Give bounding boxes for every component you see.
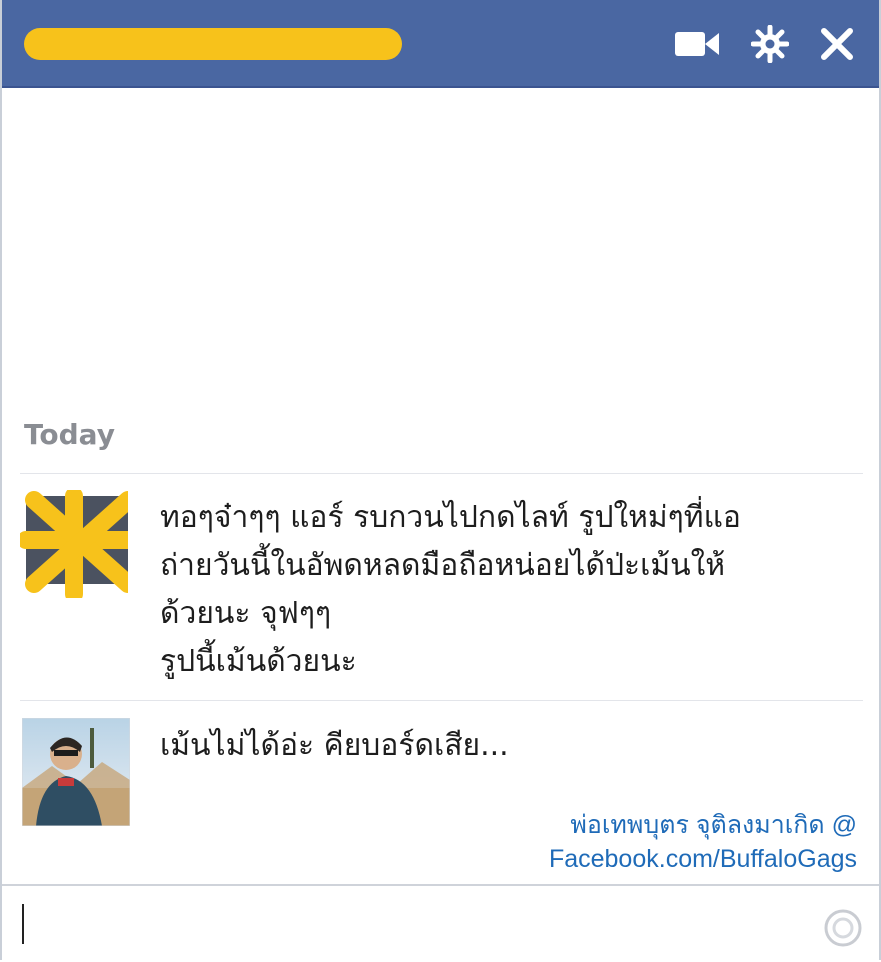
date-separator-label: Today bbox=[24, 418, 115, 451]
message-line: เม้นไม่ได้อ่ะ คียบอร์ดเสีย... bbox=[160, 728, 509, 763]
message-line: รูปนี้เม้นด้วยนะ bbox=[160, 644, 357, 679]
watermark-link[interactable]: Facebook.com/BuffaloGags bbox=[549, 842, 857, 876]
chat-titlebar bbox=[2, 0, 879, 88]
watermark-line: พ่อเทพบุตร จุติลงมาเกิด @ bbox=[570, 811, 857, 839]
chat-window: Today ทอๆจ๋าๆๆ แอร์ รบกวนไปกดไลท์ รูปใหม… bbox=[0, 0, 881, 962]
message-text: เม้นไม่ได้อ่ะ คียบอร์ดเสีย... bbox=[160, 722, 850, 770]
message-input[interactable] bbox=[2, 884, 879, 962]
gear-icon[interactable] bbox=[747, 24, 793, 64]
close-icon[interactable] bbox=[814, 24, 860, 64]
message-line: ถ่ายวันนี้ในอัพดหลดมือถือหน่อยได้ป่ะเม้น… bbox=[160, 548, 726, 583]
text-cursor bbox=[22, 904, 24, 944]
message-text: ทอๆจ๋าๆๆ แอร์ รบกวนไปกดไลท์ รูปใหม่ๆที่แ… bbox=[160, 494, 850, 686]
watermark-logo-icon bbox=[823, 908, 863, 948]
message-divider bbox=[20, 473, 863, 474]
message-divider bbox=[20, 700, 863, 701]
avatar-redacted[interactable] bbox=[17, 487, 141, 603]
watermark: พ่อเทพบุตร จุติลงมาเกิด @ Facebook.com/B… bbox=[549, 808, 857, 876]
message-line: ด้วยนะ จุฟๆๆ bbox=[160, 596, 332, 631]
contact-name-redacted[interactable] bbox=[24, 28, 402, 60]
message-line: ทอๆจ๋าๆๆ แอร์ รบกวนไปกดไลท์ รูปใหม่ๆที่แ… bbox=[160, 500, 741, 535]
video-call-icon[interactable] bbox=[674, 24, 720, 64]
avatar[interactable] bbox=[21, 717, 131, 827]
